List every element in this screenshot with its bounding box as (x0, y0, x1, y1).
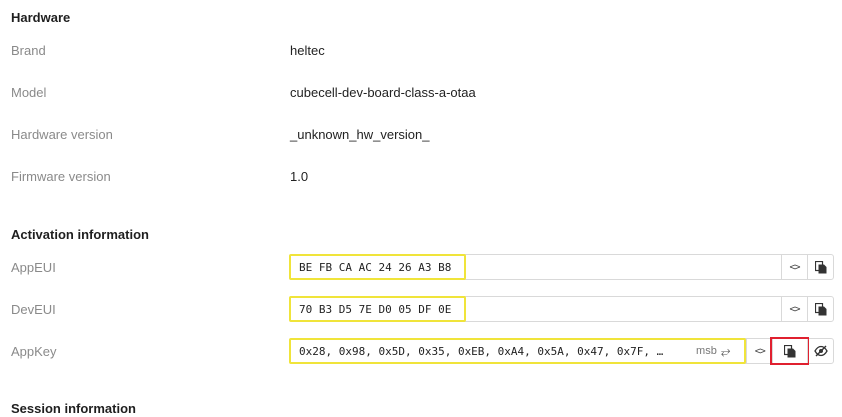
code-icon: <> (789, 303, 800, 315)
activation-section-title: Activation information (11, 227, 149, 242)
deveui-label: DevEUI (11, 302, 56, 317)
appkey-hide-button[interactable] (807, 339, 833, 363)
appkey-value-box[interactable]: 0x28, 0x98, 0x5D, 0x35, 0xEB, 0xA4, 0x5A… (289, 338, 747, 364)
byte-order-toggle[interactable]: msb ⥂ (692, 344, 738, 359)
hardware-version-label: Hardware version (11, 127, 113, 142)
code-icon: <> (754, 345, 766, 357)
firmware-version-label: Firmware version (11, 169, 111, 184)
appkey-copy-button[interactable] (769, 337, 810, 365)
copy-icon (784, 344, 796, 357)
deveui-value[interactable]: 70 B3 D5 7E D0 05 DF 0E (289, 296, 466, 322)
swap-icon: ⥂ (720, 343, 731, 358)
hardware-version-value: _unknown_hw_version_ (290, 127, 430, 142)
byte-order-label: msb (696, 345, 717, 357)
appkey-value: 0x28, 0x98, 0x5D, 0x35, 0xEB, 0xA4, 0x5A… (299, 344, 664, 358)
appeui-toggle-format-button[interactable]: <> (781, 255, 807, 279)
appeui-copy-button[interactable] (807, 255, 833, 279)
deveui-field: 70 B3 D5 7E D0 05 DF 0E <> (289, 296, 834, 322)
deveui-copy-button[interactable] (807, 297, 833, 321)
appkey-toggle-format-button[interactable]: <> (746, 339, 772, 363)
model-value: cubecell-dev-board-class-a-otaa (290, 85, 476, 100)
eye-off-icon (813, 345, 828, 357)
appeui-label: AppEUI (11, 260, 56, 275)
code-icon: <> (789, 261, 800, 273)
model-label: Model (11, 85, 47, 100)
hardware-section-title: Hardware (11, 10, 71, 25)
appeui-field: BE FB CA AC 24 26 A3 B8 <> (289, 254, 834, 280)
appkey-field: 0x28, 0x98, 0x5D, 0x35, 0xEB, 0xA4, 0x5A… (289, 337, 834, 365)
session-section-title: Session information (11, 401, 136, 416)
deveui-toggle-format-button[interactable]: <> (781, 297, 807, 321)
copy-icon (814, 302, 826, 315)
firmware-version-value: 1.0 (290, 169, 309, 184)
appeui-value[interactable]: BE FB CA AC 24 26 A3 B8 (289, 254, 466, 280)
brand-label: Brand (11, 43, 46, 58)
brand-value: heltec (290, 43, 325, 58)
copy-icon (814, 260, 826, 273)
appkey-label: AppKey (11, 344, 57, 359)
